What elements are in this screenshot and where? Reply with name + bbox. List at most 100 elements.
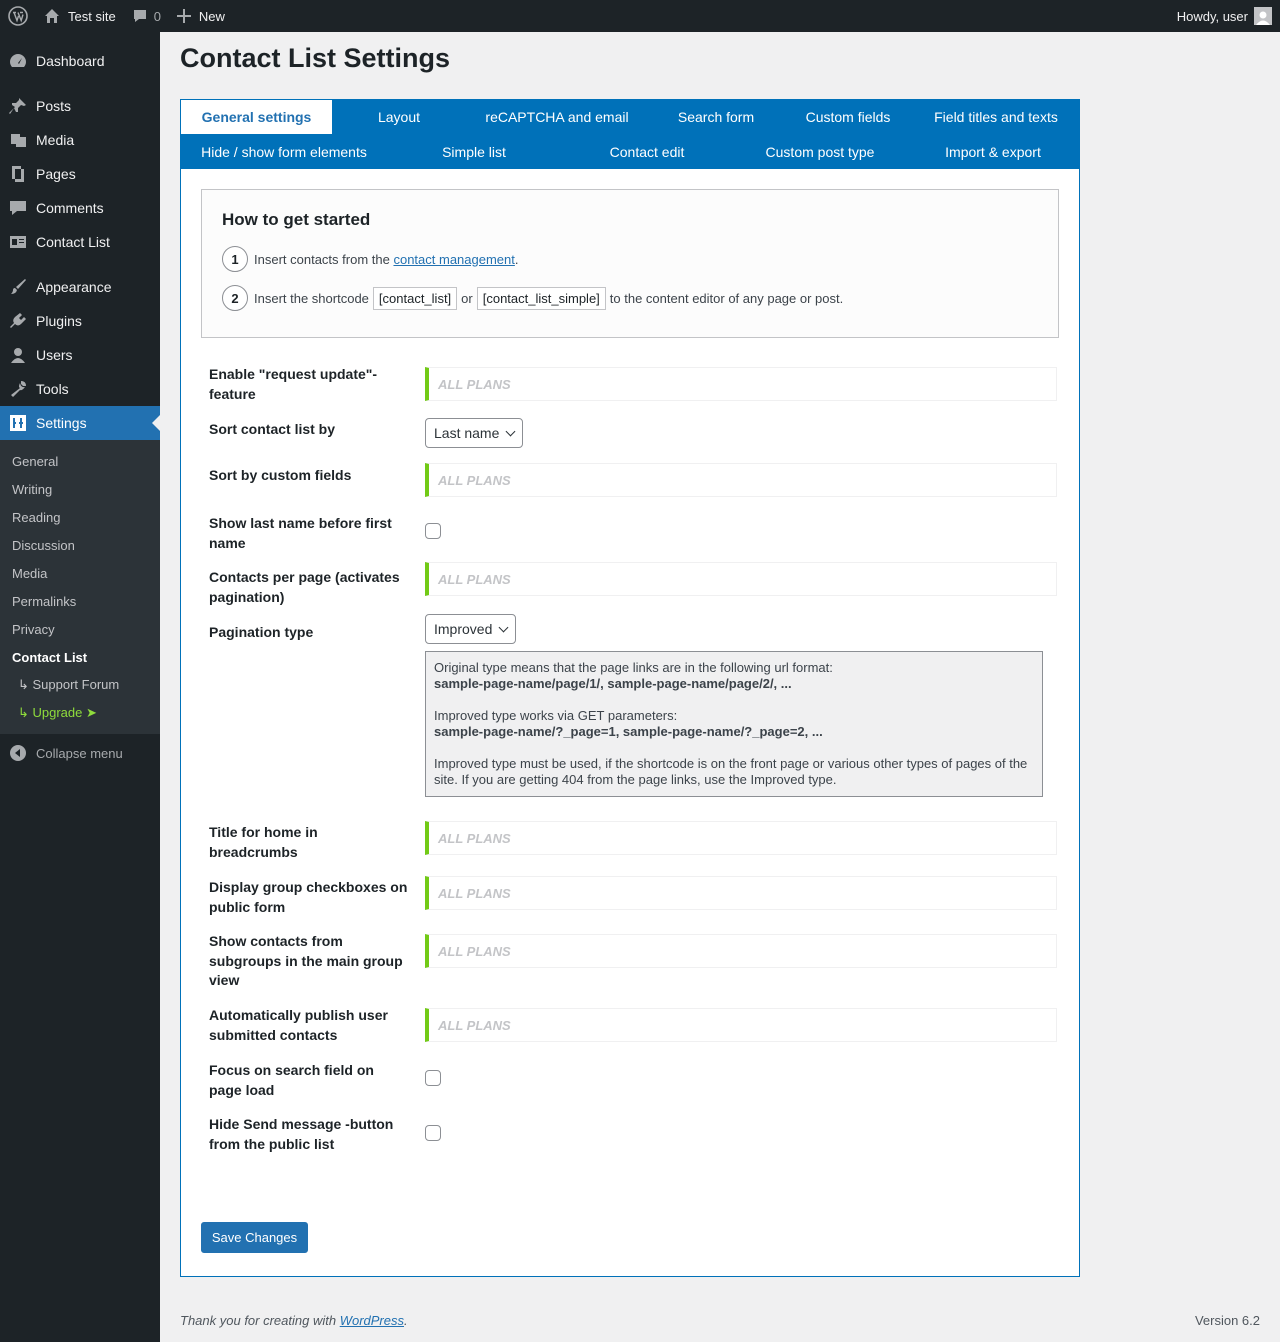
sidebar-item-media[interactable]: Media (0, 123, 160, 157)
all-plans-badge: ALL PLANS (425, 463, 1057, 497)
submenu-privacy[interactable]: Privacy (0, 615, 160, 643)
all-plans-badge: ALL PLANS (425, 1008, 1057, 1042)
tab-import-export[interactable]: Import & export (906, 134, 1080, 169)
tab-layout[interactable]: Layout (332, 99, 466, 134)
submenu-support-forum[interactable]: ↳ Support Forum (0, 671, 160, 699)
setting-label: Title for home in breadcrumbs (209, 824, 318, 860)
setting-label: Pagination type (209, 624, 314, 640)
media-icon (8, 130, 28, 150)
sort-by-select[interactable]: Last name (425, 418, 524, 448)
tab-contact-edit[interactable]: Contact edit (560, 134, 734, 169)
comment-bubble-icon (132, 8, 148, 24)
submenu-discussion[interactable]: Discussion (0, 531, 160, 559)
submenu-media[interactable]: Media (0, 559, 160, 587)
hide-send-checkbox[interactable] (425, 1125, 441, 1141)
comments-link[interactable]: 0 (124, 0, 169, 32)
all-plans-badge: ALL PLANS (425, 876, 1057, 910)
tab-simple-list[interactable]: Simple list (388, 134, 560, 169)
submenu-reading[interactable]: Reading (0, 503, 160, 531)
wrench-icon (8, 379, 28, 399)
sidebar-item-pages[interactable]: Pages (0, 157, 160, 191)
info-line: Improved type must be used, if the short… (434, 756, 1028, 787)
plus-icon (176, 9, 191, 23)
step-end: . (514, 251, 519, 267)
last-first-checkbox[interactable] (425, 523, 441, 539)
setting-label: Automatically publish user submitted con… (209, 1007, 388, 1043)
tab-custom-fields[interactable]: Custom fields (784, 99, 912, 134)
footer-thanks: Thank you for creating with (180, 1313, 337, 1328)
home-icon (44, 8, 60, 24)
settings-icon (8, 413, 28, 433)
step-1: 1 Insert contacts from the contact manag… (222, 246, 519, 272)
submenu-upgrade[interactable]: ↳ Upgrade ➤ (0, 699, 160, 727)
all-plans-badge: ALL PLANS (425, 934, 1057, 968)
step-text: Insert the shortcode (254, 290, 369, 306)
shortcode-contact-list-simple: [contact_list_simple] (476, 286, 606, 310)
admin-bar: Test site 0 New Howdy, user (0, 0, 1280, 32)
sidebar-item-label: Plugins (36, 313, 82, 329)
or-text: or (461, 290, 473, 306)
new-content-link[interactable]: New (169, 0, 233, 32)
chevron-down-icon (505, 426, 516, 436)
sidebar-item-users[interactable]: Users (0, 338, 160, 372)
tab-recaptcha-email[interactable]: reCAPTCHA and email (466, 99, 648, 134)
tab-general-settings[interactable]: General settings (181, 100, 332, 134)
submenu-permalinks[interactable]: Permalinks (0, 587, 160, 615)
sidebar-item-label: Contact List (36, 234, 110, 250)
select-value: Improved (434, 621, 493, 637)
brush-icon (8, 277, 28, 297)
pagination-type-select[interactable]: Improved (425, 614, 517, 644)
comments-count: 0 (153, 8, 161, 24)
wordpress-link[interactable]: WordPress (340, 1313, 404, 1328)
sidebar-item-appearance[interactable]: Appearance (0, 270, 160, 304)
wordpress-logo-icon[interactable] (0, 0, 36, 32)
tab-custom-post-type[interactable]: Custom post type (734, 134, 906, 169)
step-end: to the content editor of any page or pos… (609, 290, 844, 306)
sidebar-item-contact-list[interactable]: Contact List (0, 225, 160, 259)
submenu-general[interactable]: General (0, 447, 160, 475)
info-line: Improved type works via GET parameters: (434, 708, 678, 723)
sidebar-item-tools[interactable]: Tools (0, 372, 160, 406)
settings-tabs: General settings Layout reCAPTCHA and em… (180, 99, 1080, 169)
chevron-down-icon (498, 622, 509, 632)
sidebar-item-label: Dashboard (36, 53, 105, 69)
contact-management-link[interactable]: contact management (393, 252, 514, 267)
my-account-link[interactable]: Howdy, user (1169, 0, 1280, 32)
submenu-writing[interactable]: Writing (0, 475, 160, 503)
sidebar-item-dashboard[interactable]: Dashboard (0, 44, 160, 78)
sidebar-item-label: Users (36, 347, 73, 363)
all-plans-badge: ALL PLANS (425, 821, 1057, 855)
site-name-link[interactable]: Test site (36, 0, 124, 32)
focus-search-checkbox[interactable] (425, 1070, 441, 1086)
page-title: Contact List Settings (180, 43, 451, 73)
admin-sidebar: Dashboard Posts Media Pages Comments Con… (0, 32, 160, 1342)
setting-label: Show contacts from subgroups in the main… (209, 933, 403, 988)
tab-field-titles[interactable]: Field titles and texts (912, 99, 1080, 134)
settings-submenu: General Writing Reading Discussion Media… (0, 440, 160, 734)
save-changes-button[interactable]: Save Changes (201, 1222, 308, 1253)
sidebar-item-posts[interactable]: Posts (0, 89, 160, 123)
sidebar-item-label: Media (36, 132, 75, 148)
sidebar-item-label: Comments (36, 200, 104, 216)
setting-label: Show last name before first name (209, 515, 392, 551)
setting-label: Display group checkboxes on public form (209, 879, 408, 915)
all-plans-badge: ALL PLANS (425, 367, 1057, 401)
submenu-contact-list[interactable]: Contact List (0, 643, 160, 671)
select-value: Last name (434, 425, 500, 441)
sidebar-item-label: Appearance (36, 279, 112, 295)
info-url-format: sample-page-name/page/1/, sample-page-na… (434, 676, 792, 691)
info-url-format: sample-page-name/?_page=1, sample-page-n… (434, 724, 823, 739)
sidebar-item-settings[interactable]: Settings (0, 406, 160, 440)
id-card-icon (8, 232, 28, 252)
sidebar-item-label: Posts (36, 98, 72, 114)
pin-icon (8, 96, 28, 116)
sidebar-item-comments[interactable]: Comments (0, 191, 160, 225)
footer: Thank you for creating with WordPress. V… (180, 1313, 1260, 1328)
tab-search-form[interactable]: Search form (648, 99, 784, 134)
tab-hide-show-elements[interactable]: Hide / show form elements (180, 134, 388, 169)
step-number: 1 (222, 246, 248, 272)
version-text: Version 6.2 (1194, 1313, 1260, 1328)
sidebar-item-plugins[interactable]: Plugins (0, 304, 160, 338)
new-label: New (198, 8, 225, 24)
collapse-menu-button[interactable]: Collapse menu (0, 736, 160, 770)
